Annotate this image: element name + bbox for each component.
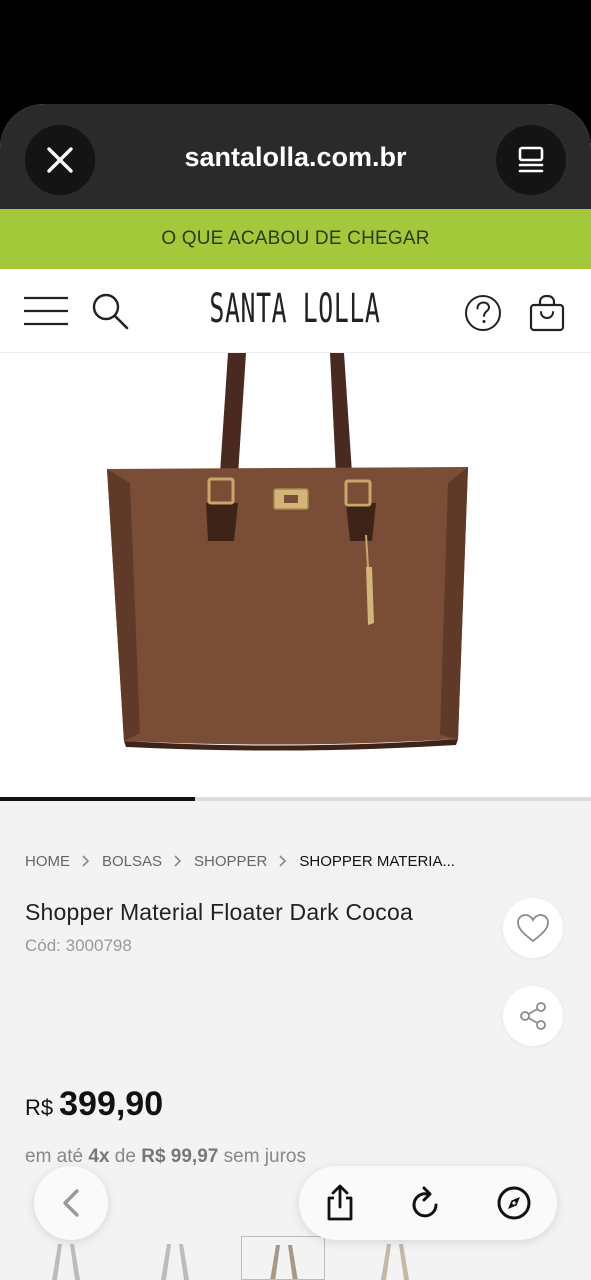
site-logo[interactable]: SANTA LOLLA — [200, 281, 390, 337]
cart-button[interactable] — [527, 293, 567, 333]
breadcrumb-current: SHOPPER MATERIA... — [299, 852, 455, 870]
chevron-left-icon — [63, 1189, 79, 1217]
chevron-right-icon — [82, 855, 90, 867]
reload-icon — [412, 1186, 438, 1218]
browser-sheet: santalolla.com.br O QUE ACABOU DE CHEGAR — [0, 104, 591, 1280]
promo-banner[interactable]: O QUE ACABOU DE CHEGAR — [0, 209, 591, 269]
site-header: SANTA LOLLA — [0, 269, 591, 353]
breadcrumb-shopper[interactable]: SHOPPER — [194, 853, 267, 870]
thumbnail[interactable] — [353, 1236, 437, 1280]
thumbnail[interactable] — [24, 1236, 108, 1280]
breadcrumb-bolsas[interactable]: BOLSAS — [102, 853, 162, 870]
thumbnail-strip — [0, 1234, 591, 1280]
browser-top-bar: santalolla.com.br — [0, 104, 591, 209]
help-button[interactable] — [463, 293, 503, 333]
browser-action-bar — [299, 1166, 557, 1240]
image-progress-fill — [0, 797, 196, 801]
chevron-right-icon — [174, 855, 182, 867]
menu-button[interactable] — [22, 291, 70, 331]
close-icon — [47, 147, 73, 173]
compass-icon — [497, 1186, 531, 1220]
share-page-button[interactable] — [320, 1183, 360, 1223]
close-button[interactable] — [25, 125, 95, 195]
breadcrumb: HOME BOLSAS SHOPPER SHOPPER MATERIA... — [25, 850, 455, 872]
product-title: Shopper Material Floater Dark Cocoa — [25, 899, 413, 925]
favorite-button[interactable] — [503, 898, 563, 958]
tabs-button[interactable] — [496, 125, 566, 195]
installment-count: 4x — [88, 1146, 110, 1167]
price-currency: R$ — [25, 1095, 54, 1120]
installment-prefix: em até — [25, 1146, 84, 1167]
compass-button[interactable] — [494, 1183, 534, 1223]
help-icon — [465, 295, 501, 331]
product-price: R$ 399,90 — [25, 1085, 163, 1124]
price-value: 399,90 — [59, 1085, 164, 1123]
search-icon — [92, 293, 129, 330]
share-icon — [520, 1002, 546, 1030]
logo-text: SANTA LOLLA — [209, 286, 381, 332]
product-image-carousel[interactable] — [0, 353, 591, 797]
thumbnail-selected[interactable] — [241, 1236, 325, 1280]
installment-mid: de — [114, 1146, 136, 1167]
hamburger-menu-icon — [24, 296, 68, 326]
installment-suffix: sem juros — [223, 1146, 306, 1167]
heart-icon — [517, 914, 549, 943]
search-button[interactable] — [90, 291, 130, 331]
installment-amount: R$ 99,97 — [141, 1146, 219, 1167]
url-text[interactable]: santalolla.com.br — [110, 142, 481, 173]
share-icon — [327, 1184, 353, 1221]
product-code: Cód: 3000798 — [25, 936, 132, 955]
promo-text: O QUE ACABOU DE CHEGAR — [161, 228, 430, 249]
chevron-right-icon — [279, 855, 287, 867]
installment-info: em até 4x de R$ 99,97 sem juros — [25, 1146, 306, 1168]
share-product-button[interactable] — [503, 986, 563, 1046]
tabs-icon — [518, 146, 544, 173]
shopping-bag-icon — [529, 294, 565, 332]
back-button[interactable] — [34, 1166, 108, 1240]
reload-button[interactable] — [406, 1183, 446, 1223]
breadcrumb-home[interactable]: HOME — [25, 853, 70, 870]
thumbnail[interactable] — [133, 1236, 217, 1280]
image-progress — [0, 797, 591, 801]
product-image — [107, 353, 468, 751]
